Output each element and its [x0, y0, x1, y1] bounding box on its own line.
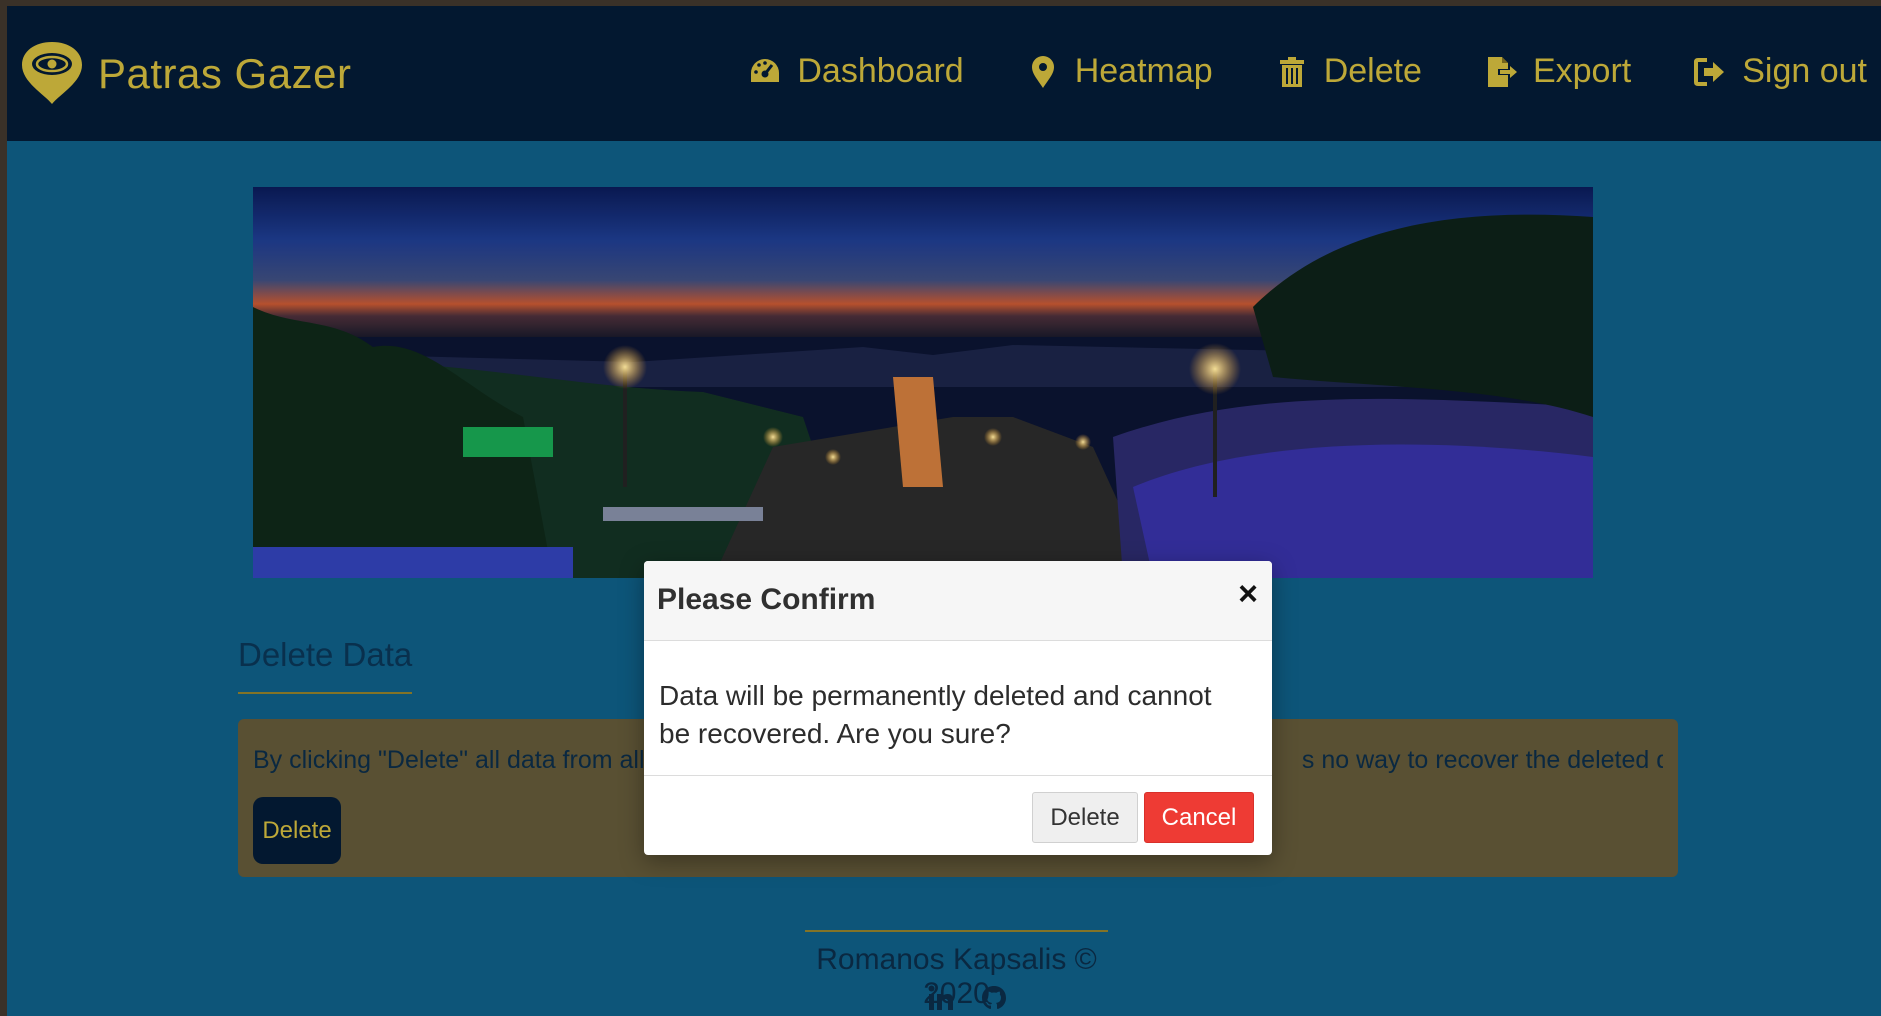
- confirm-delete-button[interactable]: Delete: [1032, 792, 1138, 843]
- cancel-button[interactable]: Cancel: [1144, 792, 1254, 843]
- modal-backdrop[interactable]: [7, 6, 1881, 1016]
- modal-header: Please Confirm ×: [644, 561, 1272, 641]
- close-icon[interactable]: ×: [1238, 577, 1258, 611]
- modal-footer: Delete Cancel: [644, 775, 1272, 855]
- confirm-dialog: Please Confirm × Data will be permanentl…: [644, 561, 1272, 855]
- modal-title: Please Confirm: [657, 583, 876, 616]
- page: Patras Gazer Dashboard Heatmap Delete Ex…: [7, 6, 1881, 1016]
- modal-message: Data will be permanently deleted and can…: [659, 680, 1212, 749]
